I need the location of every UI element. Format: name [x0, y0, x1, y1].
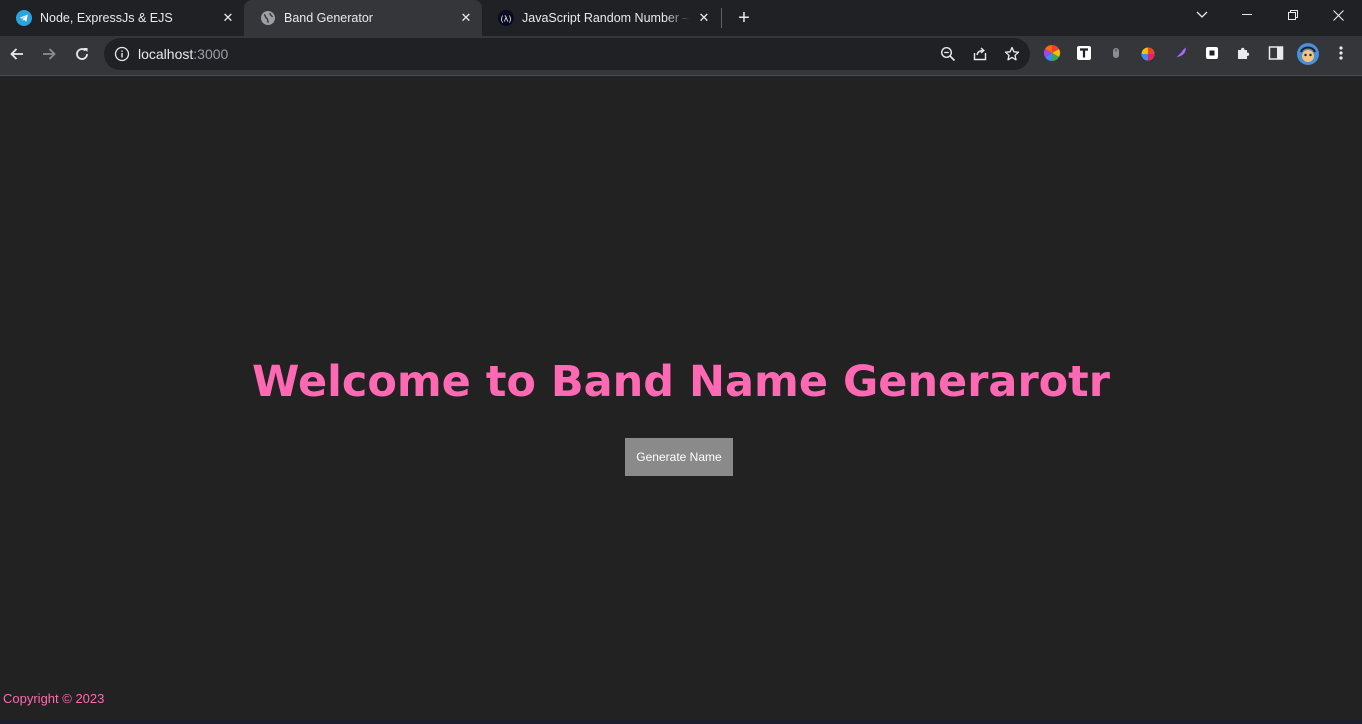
color-picker-extension-icon[interactable] [1043, 44, 1061, 62]
forward-icon[interactable] [37, 42, 61, 66]
colorful-extension-icon[interactable] [1139, 44, 1157, 62]
svg-text:(λ): (λ) [501, 15, 512, 24]
url-host: localhost [138, 46, 194, 62]
restore-icon[interactable] [1271, 0, 1315, 30]
taskbar-edge [0, 720, 1362, 724]
profile-avatar-icon[interactable] [1297, 43, 1319, 65]
feather-extension-icon[interactable] [1171, 44, 1189, 62]
new-tab-icon[interactable]: + [732, 6, 756, 30]
footer-copyright: Copyright © 2023 [3, 691, 105, 706]
square-extension-icon[interactable] [1203, 44, 1221, 62]
share-icon[interactable] [971, 45, 989, 63]
tab-title: Band Generator [284, 11, 373, 25]
info-icon[interactable] [114, 46, 130, 62]
t-extension-icon[interactable] [1075, 44, 1093, 62]
bookmark-star-icon[interactable] [1003, 45, 1021, 63]
close-icon[interactable]: ✕ [458, 10, 474, 26]
tab-title: Node, ExpressJs & EJS [40, 11, 173, 25]
reload-icon[interactable] [70, 42, 94, 66]
address-bar[interactable]: localhost:3000 [104, 38, 1030, 70]
freecodecamp-icon: (λ) [498, 10, 514, 26]
generate-name-button[interactable]: Generate Name [625, 438, 733, 476]
side-panel-icon[interactable] [1267, 44, 1285, 62]
telegram-icon [16, 10, 32, 26]
tab-node-expressjs[interactable]: Node, ExpressJs & EJS ✕ [0, 0, 244, 36]
extensions-puzzle-icon[interactable] [1235, 44, 1253, 62]
url-port: :3000 [193, 46, 229, 62]
tab-strip: Node, ExpressJs & EJS ✕ Band Generator ✕… [0, 0, 1362, 36]
browser-toolbar: localhost:3000 [0, 36, 1362, 76]
tab-band-generator[interactable]: Band Generator ✕ [244, 0, 482, 36]
url-text[interactable]: localhost:3000 [138, 46, 228, 62]
zoom-icon[interactable] [939, 45, 957, 63]
tab-javascript-random-number[interactable]: (λ) JavaScript Random Number – How to Ge… [482, 0, 720, 36]
close-window-icon[interactable] [1316, 0, 1360, 30]
close-icon[interactable]: ✕ [696, 10, 712, 26]
page-viewport: Welcome to Band Name Generarotr Generate… [0, 76, 1362, 722]
mouse-extension-icon[interactable] [1107, 44, 1125, 62]
close-icon[interactable]: ✕ [220, 10, 236, 26]
globe-icon [260, 10, 276, 26]
tab-divider [721, 8, 722, 28]
menu-kebab-icon[interactable] [1332, 44, 1350, 62]
tab-search-icon[interactable] [1180, 0, 1224, 30]
minimize-icon[interactable] [1225, 0, 1269, 30]
tab-title: JavaScript Random Number – How to Genera… [522, 11, 690, 25]
page-title: Welcome to Band Name Generarotr [252, 357, 1110, 407]
back-icon[interactable] [5, 42, 29, 66]
